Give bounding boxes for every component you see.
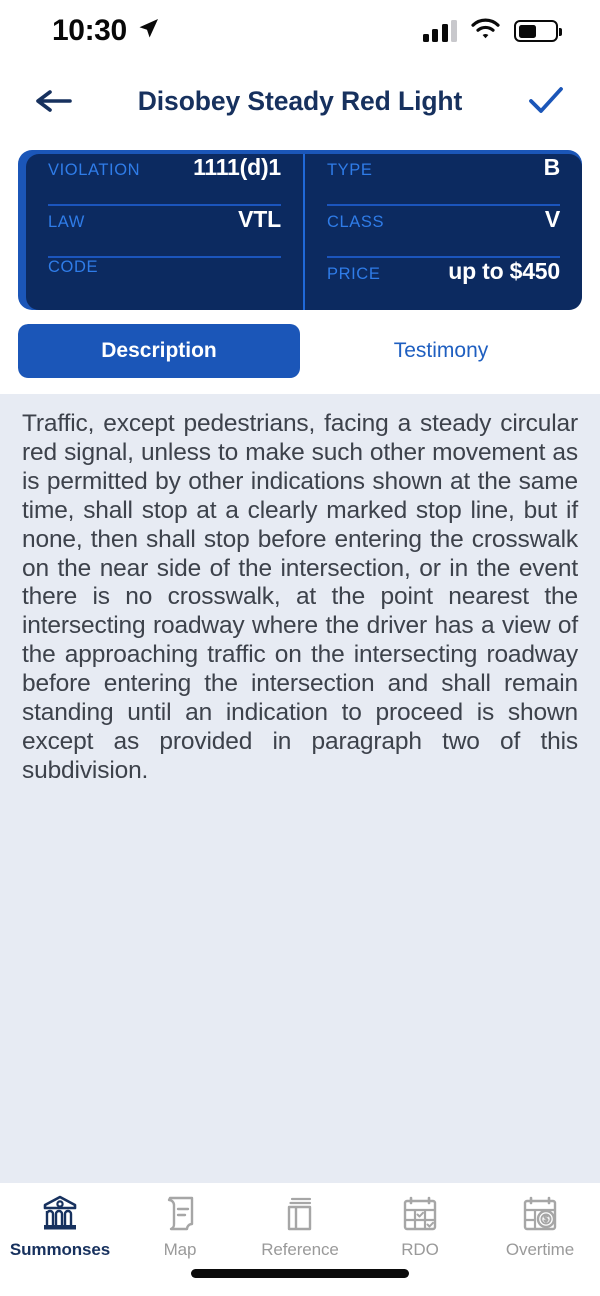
info-label: LAW <box>48 213 85 231</box>
info-row-type: TYPE B <box>327 154 560 206</box>
info-card-right-column: TYPE B CLASS V PRICE up to $450 <box>303 154 582 310</box>
violation-info-card-outline: VIOLATION 1111(d)1 LAW VTL CODE TYPE B C… <box>18 150 582 310</box>
status-bar-left: 10:30 <box>52 14 160 48</box>
tab-bar-item-summonses[interactable]: Summonses <box>0 1193 120 1260</box>
calendar-check-icon <box>401 1193 439 1235</box>
navigation-bar: Disobey Steady Red Light <box>0 62 600 140</box>
cellular-signal-icon <box>422 20 457 42</box>
status-bar-right <box>422 18 562 45</box>
segmented-tabs-wrapper: Description Testimony <box>0 310 600 394</box>
violation-info-card-wrapper: VIOLATION 1111(d)1 LAW VTL CODE TYPE B C… <box>0 140 600 310</box>
location-arrow-icon <box>136 17 160 46</box>
description-text: Traffic, except pedestrians, facing a st… <box>22 410 578 784</box>
description-panel: Traffic, except pedestrians, facing a st… <box>0 394 600 1183</box>
info-row-code: CODE <box>48 258 281 310</box>
info-label: CLASS <box>327 213 385 231</box>
info-value: VTL <box>238 206 281 232</box>
courthouse-icon <box>39 1193 81 1235</box>
checkmark-icon[interactable] <box>518 73 574 129</box>
info-value: up to $450 <box>448 258 560 284</box>
info-row-class: CLASS V <box>327 206 560 258</box>
tab-testimony[interactable]: Testimony <box>300 324 582 378</box>
home-indicator[interactable] <box>191 1269 409 1278</box>
info-value: B <box>543 154 561 180</box>
tab-bar-label: Overtime <box>505 1240 575 1259</box>
tab-bar-label: RDO <box>401 1240 439 1259</box>
status-bar: 10:30 <box>0 0 600 62</box>
back-arrow-icon[interactable] <box>26 73 82 129</box>
tab-bar-label: Reference <box>261 1240 339 1259</box>
tab-bar-label: Map <box>163 1240 197 1259</box>
tab-description[interactable]: Description <box>18 324 300 378</box>
status-bar-time: 10:30 <box>52 14 127 47</box>
violation-info-card: VIOLATION 1111(d)1 LAW VTL CODE TYPE B C… <box>26 154 582 310</box>
info-label: VIOLATION <box>48 161 141 179</box>
info-row-violation: VIOLATION 1111(d)1 <box>48 154 281 206</box>
info-row-law: LAW VTL <box>48 206 281 258</box>
battery-icon <box>514 20 562 42</box>
wifi-icon <box>471 18 500 45</box>
info-card-left-column: VIOLATION 1111(d)1 LAW VTL CODE <box>26 154 303 310</box>
info-label: CODE <box>48 258 99 276</box>
info-row-price: PRICE up to $450 <box>327 258 560 310</box>
info-label: PRICE <box>327 265 381 283</box>
tab-bar-label: Summonses <box>9 1240 111 1259</box>
bottom-tab-bar: Summonses Map Reference RDO Overtime <box>0 1183 600 1296</box>
segmented-tabs: Description Testimony <box>18 324 582 378</box>
tab-bar-item-reference[interactable]: Reference <box>240 1193 360 1260</box>
tab-bar-item-rdo[interactable]: RDO <box>360 1193 480 1260</box>
scroll-document-icon <box>163 1193 197 1235</box>
page-title: Disobey Steady Red Light <box>137 85 463 116</box>
tab-bar-item-overtime[interactable]: Overtime <box>480 1193 600 1260</box>
tab-bar-item-map[interactable]: Map <box>120 1193 240 1260</box>
info-label: TYPE <box>327 161 373 179</box>
book-icon <box>283 1193 317 1235</box>
info-value: V <box>544 206 560 232</box>
app-screen: 10:30 Disobey Steady Red Light VIOLATION… <box>0 0 600 1296</box>
calendar-dollar-icon <box>521 1193 559 1235</box>
info-value: 1111(d)1 <box>193 154 281 180</box>
